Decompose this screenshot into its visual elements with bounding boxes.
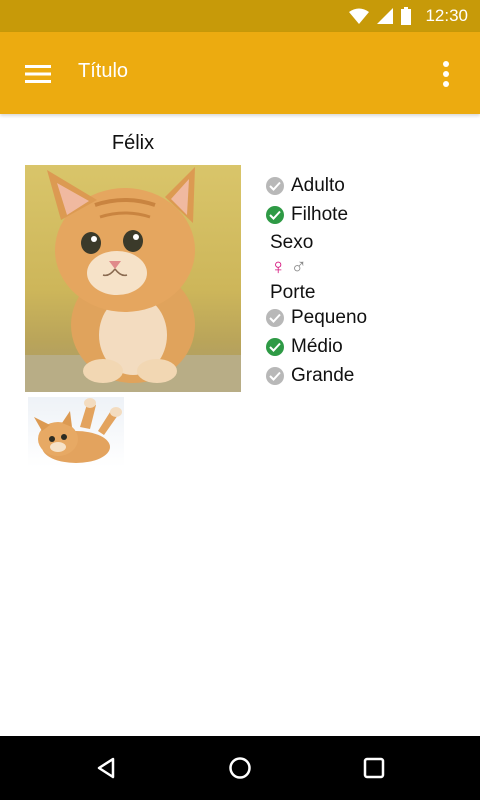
home-circle-icon xyxy=(229,757,251,779)
size-option-small[interactable]: Pequeno xyxy=(266,304,367,332)
app-bar: Título xyxy=(0,32,480,114)
app-title: Título xyxy=(78,60,129,82)
status-bar: 12:30 xyxy=(0,0,480,32)
overflow-menu-button[interactable] xyxy=(426,54,466,94)
kitten-thumbnail-illustration xyxy=(34,398,122,463)
kitten-illustration xyxy=(25,167,241,392)
menu-button[interactable] xyxy=(18,54,58,94)
age-option-label: Filhote xyxy=(291,204,349,225)
more-vert-icon xyxy=(443,61,449,87)
size-option-label: Médio xyxy=(291,336,343,357)
size-heading: Porte xyxy=(270,282,316,303)
status-time: 12:30 xyxy=(425,6,468,25)
male-symbol-icon[interactable]: ♂ xyxy=(291,254,308,280)
system-nav-bar xyxy=(0,736,480,800)
check-circle-icon xyxy=(266,309,284,327)
recents-button[interactable] xyxy=(354,748,394,788)
wifi-icon xyxy=(349,8,370,24)
back-triangle-icon xyxy=(97,757,115,779)
pet-name: Félix xyxy=(111,132,155,154)
recents-square-icon xyxy=(363,757,385,779)
check-circle-icon xyxy=(266,177,284,195)
pet-thumbnail-photo[interactable] xyxy=(28,397,124,467)
status-icons: 12:30 xyxy=(349,0,468,32)
check-circle-icon xyxy=(266,367,284,385)
pet-main-photo[interactable] xyxy=(25,165,241,392)
check-circle-icon xyxy=(266,338,284,356)
battery-icon xyxy=(401,7,412,25)
size-option-medium[interactable]: Médio xyxy=(266,333,343,361)
back-button[interactable] xyxy=(86,748,126,788)
size-option-label: Pequeno xyxy=(291,307,368,328)
age-option-label: Adulto xyxy=(291,175,345,196)
size-option-label: Grande xyxy=(291,365,355,386)
age-option-puppy[interactable]: Filhote xyxy=(266,201,348,229)
cell-signal-icon xyxy=(377,8,394,24)
female-symbol-icon[interactable]: ♀ xyxy=(270,254,287,280)
home-button[interactable] xyxy=(220,748,260,788)
sex-symbols: ♀ ♂ xyxy=(270,254,307,280)
size-option-large[interactable]: Grande xyxy=(266,362,354,390)
age-option-adult[interactable]: Adulto xyxy=(266,172,345,200)
sex-heading: Sexo xyxy=(270,232,314,253)
check-circle-icon xyxy=(266,206,284,224)
hamburger-menu-icon xyxy=(25,65,51,83)
